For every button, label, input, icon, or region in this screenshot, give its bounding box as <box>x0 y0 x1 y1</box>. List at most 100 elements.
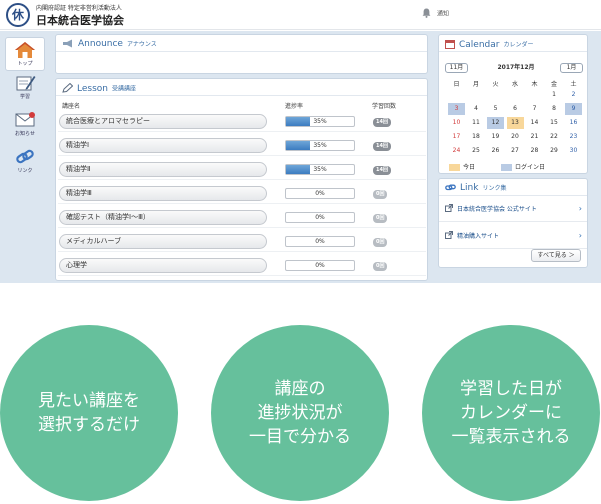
calendar-day[interactable]: 2 <box>565 89 582 101</box>
calendar-day[interactable]: 24 <box>448 145 465 157</box>
calendar-day[interactable]: 7 <box>526 103 543 115</box>
sidebar: トップ 学習 お知らせ リンク <box>5 37 50 185</box>
column-header-count: 学習回数 <box>372 103 397 110</box>
legend-login-swatch <box>501 164 512 171</box>
dashboard-area: トップ 学習 お知らせ リンク Announce アナウンス Lesson 受講… <box>0 31 601 283</box>
calendar-day[interactable]: 27 <box>507 145 524 157</box>
panel-divider <box>439 51 587 52</box>
calendar-day[interactable]: 4 <box>468 103 485 115</box>
calendar-day[interactable]: 11 <box>468 117 485 129</box>
calendar-day[interactable]: 28 <box>526 145 543 157</box>
bell-icon <box>422 8 431 20</box>
course-button[interactable]: メディカルハーブ <box>59 234 267 249</box>
progress-bar: 35% <box>285 116 355 127</box>
chain-icon <box>445 184 456 191</box>
calendar-day[interactable]: 26 <box>487 145 504 157</box>
weekday-label: 土 <box>570 81 577 88</box>
progress-bar: 0% <box>285 260 355 271</box>
link-item-shop[interactable]: 精油購入サイト › <box>439 223 587 249</box>
calendar-day[interactable]: 19 <box>487 131 504 143</box>
notification-button[interactable]: 通知 <box>422 8 449 20</box>
announce-title: Announce アナウンス <box>62 39 157 49</box>
calendar-prev-button[interactable]: 11月 <box>445 63 468 73</box>
association-logo[interactable]: 休 <box>6 3 30 27</box>
weekday-label: 木 <box>531 81 538 88</box>
sidebar-item-label: 学習 <box>19 94 30 100</box>
see-all-links-button[interactable]: すべて見る ＞ <box>531 249 581 262</box>
link-title: Link リンク集 <box>445 183 506 193</box>
feature-circle-select: 見たい講座を 選択するだけ <box>0 325 178 501</box>
progress-text: 0% <box>315 238 325 245</box>
course-button[interactable]: 精油学Ⅰ <box>59 138 267 153</box>
legend-login: ログイン日 <box>501 162 545 171</box>
lesson-row: メディカルハーブ 0% 0回 <box>56 232 428 252</box>
calendar-icon <box>445 40 455 49</box>
panel-divider <box>56 51 427 52</box>
course-button[interactable]: 心理学 <box>59 258 267 273</box>
calendar-day[interactable]: 8 <box>546 103 563 115</box>
calendar-day[interactable]: 23 <box>565 131 582 143</box>
progress-bar: 0% <box>285 212 355 223</box>
column-header-progress: 進捗率 <box>285 103 304 110</box>
column-header-course: 講座名 <box>62 103 81 110</box>
calendar-day[interactable]: 30 <box>565 145 582 157</box>
calendar-day[interactable]: 10 <box>448 117 465 129</box>
progress-text: 0% <box>315 214 325 221</box>
calendar-day[interactable]: 14 <box>526 117 543 129</box>
calendar-day[interactable]: 6 <box>507 103 524 115</box>
pencil-icon <box>62 83 73 93</box>
study-count-badge: 14回 <box>373 118 391 127</box>
calendar-day[interactable]: 17 <box>448 131 465 143</box>
calendar-next-button[interactable]: 1月 <box>560 63 583 73</box>
calendar-day[interactable]: 15 <box>546 117 563 129</box>
study-count-badge: 0回 <box>373 262 388 271</box>
calendar-day[interactable]: 16 <box>565 117 582 129</box>
weekday-label: 日 <box>453 81 460 88</box>
course-button[interactable]: 精油学Ⅲ <box>59 186 267 201</box>
study-count-badge: 14回 <box>373 166 391 175</box>
link-item-label: 日本統合医学協会 公式サイト <box>457 206 537 213</box>
row-divider <box>58 131 426 132</box>
calendar-day[interactable]: 13 <box>506 117 524 129</box>
legend-today-swatch <box>449 164 460 171</box>
course-button[interactable]: 統合医療とアロマセラピー <box>59 114 267 129</box>
weekday-label: 月 <box>472 81 479 88</box>
calendar-day[interactable]: 18 <box>468 131 485 143</box>
course-button[interactable]: 精油学Ⅱ <box>59 162 267 177</box>
sidebar-item-links[interactable]: リンク <box>5 148 45 182</box>
progress-text: 35% <box>313 118 327 125</box>
study-count-badge: 0回 <box>373 214 388 223</box>
sidebar-item-top[interactable]: トップ <box>5 37 45 71</box>
calendar-day[interactable]: 3 <box>448 103 465 115</box>
calendar-day[interactable]: 1 <box>546 89 563 101</box>
calendar-day[interactable]: 5 <box>487 103 504 115</box>
progress-text: 35% <box>313 166 327 173</box>
calendar-day[interactable]: 20 <box>507 131 524 143</box>
calendar-day[interactable]: 22 <box>546 131 563 143</box>
progress-bar: 35% <box>285 140 355 151</box>
feature-text: 見たい講座を 選択するだけ <box>38 391 140 435</box>
page: 休 内閣府認証 特定非営利活動法人 日本統合医学協会 通知 トップ 学習 お知ら… <box>0 0 601 504</box>
external-link-icon <box>445 231 453 239</box>
course-button[interactable]: 確認テスト（精油学Ⅰ～Ⅲ） <box>59 210 267 225</box>
progress-bar: 35% <box>285 164 355 175</box>
sidebar-item-study[interactable]: 学習 <box>5 74 45 108</box>
calendar-day[interactable]: 21 <box>526 131 543 143</box>
progress-text: 0% <box>315 190 325 197</box>
row-divider <box>58 203 426 204</box>
progress-bar: 0% <box>285 236 355 247</box>
calendar-day[interactable]: 9 <box>565 103 582 115</box>
app-header: 休 内閣府認証 特定非営利活動法人 日本統合医学協会 通知 <box>0 0 601 30</box>
sidebar-item-news[interactable]: お知らせ <box>5 111 45 145</box>
calendar-day[interactable]: 29 <box>546 145 563 157</box>
feature-text: 講座の 進捗状況が 一目で分かる <box>249 379 351 447</box>
link-item-official[interactable]: 日本統合医学協会 公式サイト › <box>439 196 587 222</box>
panel-divider <box>56 95 427 96</box>
calendar-panel: Calendar カレンダー 11月 2017年12月 1月 日月火水木金土123… <box>438 34 588 174</box>
announce-panel: Announce アナウンス <box>55 34 428 74</box>
calendar-day[interactable]: 25 <box>468 145 485 157</box>
row-divider <box>58 251 426 252</box>
progress-text: 0% <box>315 262 325 269</box>
calendar-day[interactable]: 12 <box>487 117 504 129</box>
lesson-row: 精油学Ⅰ 35% 14回 <box>56 136 428 156</box>
